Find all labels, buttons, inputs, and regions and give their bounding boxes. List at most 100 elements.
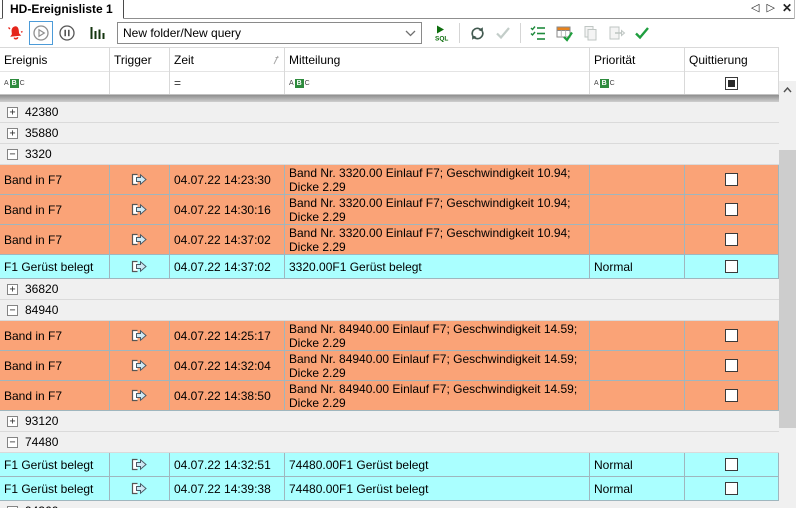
sql-button[interactable]: SQL <box>430 21 454 45</box>
cell-zeit: 04.07.22 14:23:30 <box>170 165 285 195</box>
play-icon <box>32 24 50 42</box>
criteria-list-button[interactable] <box>526 21 550 45</box>
table-check-icon <box>555 24 574 43</box>
acknowledge-checkbox[interactable] <box>725 203 738 216</box>
column-title: Trigger <box>114 53 152 67</box>
acknowledge-checkbox[interactable] <box>725 260 738 273</box>
group-row-74480[interactable]: −74480 <box>0 432 779 453</box>
filter-cell-zeit[interactable]: = <box>170 71 284 94</box>
scrollbar-track[interactable] <box>779 98 796 508</box>
column-title: Priorität <box>594 53 635 67</box>
cell-prioritaet <box>590 165 685 195</box>
cell-trigger <box>110 321 170 351</box>
trigger-exit-icon <box>131 359 148 372</box>
copy-icon <box>581 24 600 43</box>
trigger-exit-icon <box>131 203 148 216</box>
prev-tab-icon[interactable]: ◁ <box>751 1 759 16</box>
event-row[interactable]: Band in F7 04.07.22 14:37:02Band Nr. 332… <box>0 225 779 255</box>
group-row-3320[interactable]: −3320 <box>0 144 779 165</box>
filter-cell-trigger[interactable] <box>110 71 169 94</box>
event-row[interactable]: Band in F7 04.07.22 14:38:50Band Nr. 849… <box>0 381 779 411</box>
scroll-up-button[interactable] <box>779 81 796 98</box>
cell-mitteilung: 74480.00F1 Gerüst belegt <box>285 453 590 477</box>
group-row-42380[interactable]: +42380 <box>0 102 779 123</box>
column-header-label-trigger[interactable]: Trigger <box>110 48 169 71</box>
confirm-button[interactable] <box>630 21 654 45</box>
column-header-label-prioritaet[interactable]: Priorität <box>590 48 684 71</box>
close-icon[interactable]: ✕ <box>782 1 792 16</box>
filter-cell-quittierung[interactable] <box>685 71 778 94</box>
trigger-exit-icon <box>131 260 148 273</box>
group-label: 35880 <box>25 126 58 140</box>
column-title: Mitteilung <box>289 53 340 67</box>
cell-ereignis: F1 Gerüst belegt <box>0 453 110 477</box>
event-row[interactable]: Band in F7 04.07.22 14:32:04Band Nr. 849… <box>0 351 779 381</box>
export-disabled-button[interactable] <box>604 21 628 45</box>
column-header-label-mitteilung[interactable]: Mitteilung <box>285 48 589 71</box>
run-query-button[interactable] <box>29 21 53 45</box>
checkbox-filter-icon <box>725 77 738 90</box>
window-controls: ◁ ▷ ✕ <box>751 1 792 16</box>
column-settings-button[interactable] <box>552 21 576 45</box>
cell-ereignis: Band in F7 <box>0 381 110 411</box>
expand-icon[interactable]: + <box>7 107 18 118</box>
column-header-label-zeit[interactable]: Zeit <box>170 48 284 71</box>
column-header-quittierung: Quittierung <box>685 48 779 94</box>
event-row[interactable]: Band in F7 04.07.22 14:23:30Band Nr. 332… <box>0 165 779 195</box>
event-grid: +42380+35880−3320Band in F7 04.07.22 14:… <box>0 102 779 508</box>
group-row-94360[interactable]: −94360 <box>0 501 779 508</box>
abc-letter-a: A <box>594 79 599 88</box>
alarm-bell-button[interactable] <box>3 21 27 45</box>
event-row[interactable]: F1 Gerüst belegt 04.07.22 14:39:3874480.… <box>0 477 779 501</box>
next-tab-icon[interactable]: ▷ <box>766 1 774 16</box>
column-header-label-quittierung[interactable]: Quittierung <box>685 48 778 71</box>
filter-cell-ereignis[interactable]: ABC <box>0 71 109 94</box>
expand-icon[interactable]: + <box>7 284 18 295</box>
abc-filter-icon: ABC <box>4 79 25 88</box>
filter-cell-mitteilung[interactable]: ABC <box>285 71 589 94</box>
apply-disabled-button[interactable] <box>491 21 515 45</box>
expand-icon[interactable]: + <box>7 416 18 427</box>
acknowledge-checkbox[interactable] <box>725 329 738 342</box>
cell-mitteilung: Band Nr. 84940.00 Einlauf F7; Geschwindi… <box>285 321 590 351</box>
trigger-exit-icon <box>131 233 148 246</box>
scrollbar-thumb[interactable] <box>779 150 796 428</box>
filter-cell-prioritaet[interactable]: ABC <box>590 71 684 94</box>
event-row[interactable]: F1 Gerüst belegt 04.07.22 14:37:023320.0… <box>0 255 779 279</box>
abc-letter-b: B <box>295 79 304 88</box>
cell-trigger <box>110 225 170 255</box>
copy-disabled-button[interactable] <box>578 21 602 45</box>
cell-quittierung <box>685 255 779 279</box>
column-header-label-ereignis[interactable]: Ereignis <box>0 48 109 71</box>
cell-trigger <box>110 165 170 195</box>
collapse-icon[interactable]: − <box>7 149 18 160</box>
expand-icon[interactable]: + <box>7 128 18 139</box>
group-label: 93120 <box>25 414 58 428</box>
event-row[interactable]: Band in F7 04.07.22 14:25:17Band Nr. 849… <box>0 321 779 351</box>
acknowledge-checkbox[interactable] <box>725 173 738 186</box>
tab-hd-ereignisliste[interactable]: HD-Ereignisliste 1 <box>2 0 124 19</box>
vertical-scrollbar <box>779 47 796 508</box>
event-row[interactable]: F1 Gerüst belegt 04.07.22 14:32:5174480.… <box>0 453 779 477</box>
group-row-93120[interactable]: +93120 <box>0 411 779 432</box>
group-row-36820[interactable]: +36820 <box>0 279 779 300</box>
statistics-button[interactable] <box>85 21 109 45</box>
collapse-icon[interactable]: − <box>7 305 18 316</box>
collapse-icon[interactable]: − <box>7 437 18 448</box>
acknowledge-checkbox[interactable] <box>725 458 738 471</box>
group-label: 74480 <box>25 435 58 449</box>
cell-quittierung <box>685 225 779 255</box>
svg-text:SQL: SQL <box>435 36 448 43</box>
acknowledge-checkbox[interactable] <box>725 233 738 246</box>
pause-query-button[interactable] <box>55 21 79 45</box>
refresh-button[interactable] <box>465 21 489 45</box>
acknowledge-checkbox[interactable] <box>725 389 738 402</box>
group-row-35880[interactable]: +35880 <box>0 123 779 144</box>
query-selector-dropdown[interactable]: New folder/New query <box>117 22 422 44</box>
criteria-list-icon <box>529 24 547 42</box>
acknowledge-checkbox[interactable] <box>725 359 738 372</box>
pause-icon <box>58 24 76 42</box>
acknowledge-checkbox[interactable] <box>725 482 738 495</box>
event-row[interactable]: Band in F7 04.07.22 14:30:16Band Nr. 332… <box>0 195 779 225</box>
group-row-84940[interactable]: −84940 <box>0 300 779 321</box>
